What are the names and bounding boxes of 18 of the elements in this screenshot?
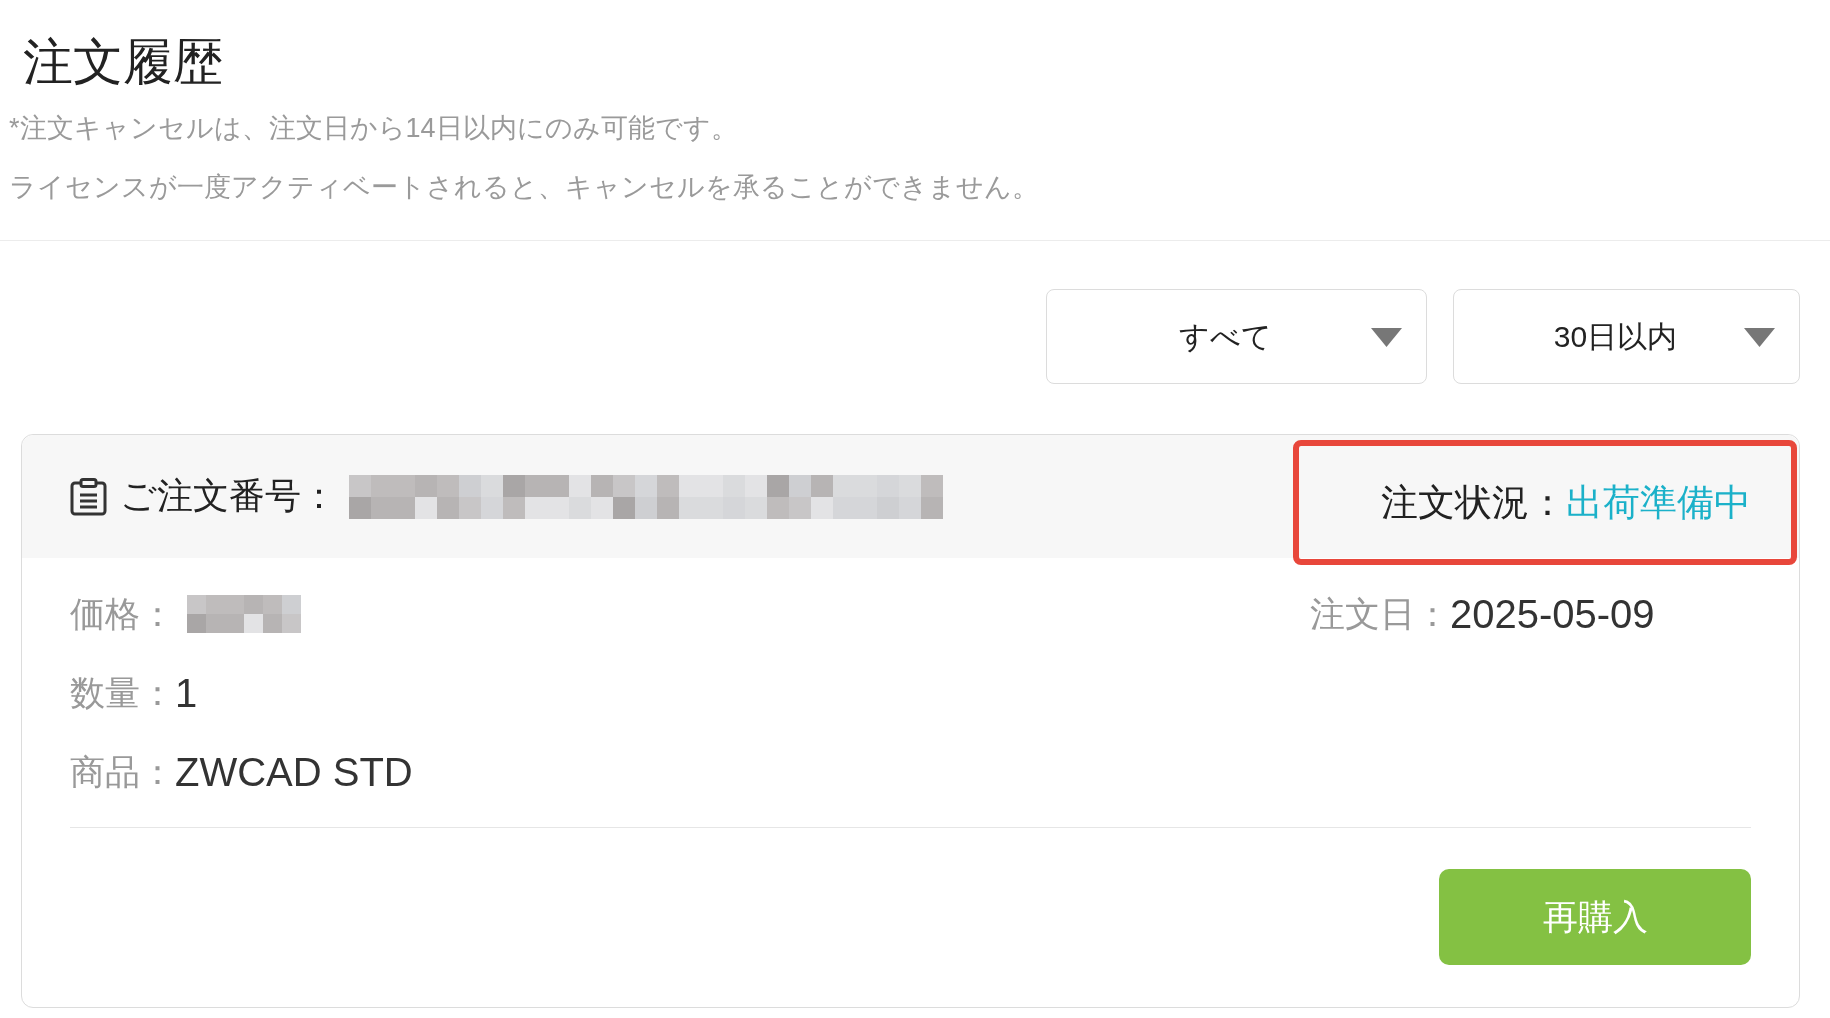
status-value: 出荷準備中 [1566,480,1751,525]
field-label: 価格： [70,592,175,635]
notice-text: *注文キャンセルは、注文日から14日以内にのみ可能です。 [9,112,739,145]
status-label: 注文状況： [1381,480,1566,525]
field-label: 注文日： [1310,592,1450,635]
clipboard-icon [70,477,107,516]
field-value: 2025-05-09 [1450,591,1655,637]
filter-dropdown[interactable]: すべて [1046,289,1427,384]
field-label: 商品： [70,750,175,793]
field-value: 1 [175,670,198,716]
notice-text: ライセンスが一度アクティベートされると、キャンセルを承ることができません。 [9,171,1040,204]
filter-dropdown[interactable]: 30日以内 [1453,289,1800,384]
order-number-label: ご注文番号： [120,474,337,518]
field-value: ZWCAD STD [175,749,413,795]
page-title: 注文履歴 [23,33,224,92]
caret-down-icon [1371,328,1402,347]
field-label: 数量： [70,671,175,714]
caret-down-icon [1744,328,1775,347]
